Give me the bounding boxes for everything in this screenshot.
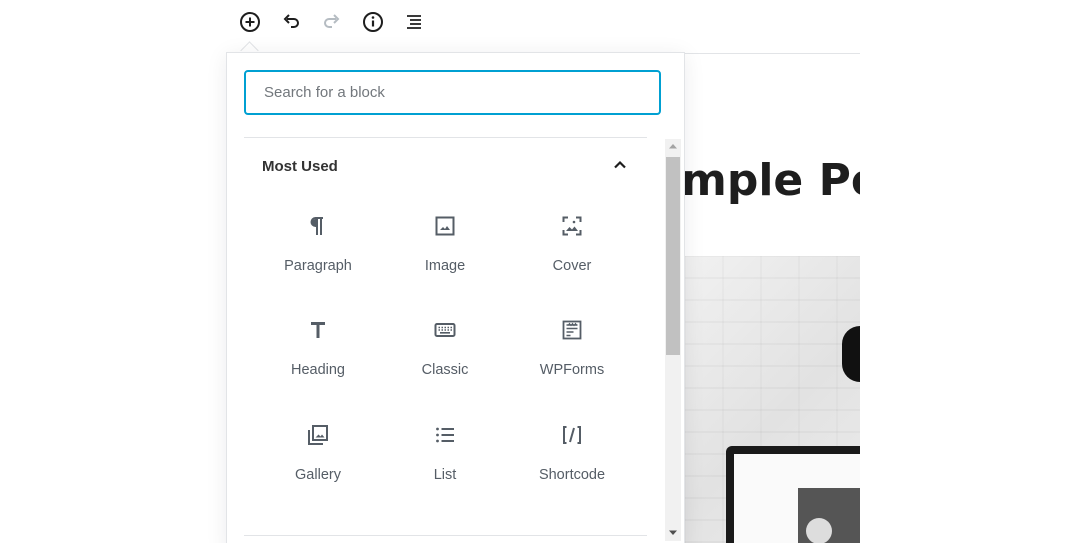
search-divider bbox=[244, 137, 647, 138]
block-image[interactable]: Image bbox=[382, 200, 508, 296]
scroll-down-icon[interactable] bbox=[668, 529, 678, 537]
screen-circle bbox=[806, 518, 832, 543]
block-paragraph[interactable]: Paragraph bbox=[255, 200, 381, 296]
info-button[interactable] bbox=[360, 9, 386, 35]
list-icon bbox=[436, 427, 454, 443]
block-label: Image bbox=[424, 258, 466, 274]
scrollbar-thumb[interactable] bbox=[666, 157, 680, 355]
most-used-panel-toggle[interactable]: Most Used bbox=[244, 145, 647, 189]
post-title-text: mple Po bbox=[684, 155, 860, 206]
panel-title: Most Used bbox=[262, 158, 338, 175]
editor-page: mple Po Most Used Paragraph bbox=[0, 0, 1083, 543]
featured-image[interactable] bbox=[684, 256, 860, 543]
block-wpforms[interactable]: WPForms bbox=[509, 304, 635, 400]
chevron-up-icon bbox=[614, 160, 626, 169]
heading-icon bbox=[311, 322, 325, 338]
keyboard-icon bbox=[434, 323, 456, 337]
block-list[interactable]: List bbox=[382, 409, 508, 505]
cover-icon bbox=[562, 216, 582, 236]
undo-icon bbox=[283, 14, 299, 28]
info-icon bbox=[363, 12, 383, 32]
gallery-icon bbox=[308, 425, 328, 445]
lamp-shape bbox=[842, 326, 860, 382]
toolbar-divider bbox=[684, 53, 860, 54]
image-icon bbox=[435, 216, 455, 236]
shortcode-icon bbox=[563, 426, 581, 444]
redo-icon bbox=[324, 14, 340, 28]
block-label: Paragraph bbox=[284, 258, 352, 274]
block-gallery[interactable]: Gallery bbox=[255, 409, 381, 505]
undo-button[interactable] bbox=[278, 9, 304, 35]
post-title[interactable]: mple Po bbox=[684, 150, 860, 220]
block-search-input[interactable] bbox=[244, 70, 661, 115]
block-label: Shortcode bbox=[538, 467, 606, 483]
scroll-up-icon[interactable] bbox=[668, 142, 678, 150]
block-navigation-button[interactable] bbox=[401, 9, 427, 35]
block-label: Heading bbox=[290, 362, 345, 378]
block-label: Cover bbox=[552, 258, 592, 274]
add-block-button[interactable] bbox=[237, 9, 263, 35]
block-label: Gallery bbox=[295, 467, 341, 483]
block-shortcode[interactable]: Shortcode bbox=[509, 409, 635, 505]
paragraph-icon bbox=[310, 217, 323, 235]
block-heading[interactable]: Heading bbox=[255, 304, 381, 400]
wpforms-icon bbox=[562, 320, 582, 340]
editor-toolbar bbox=[226, 0, 860, 44]
block-label: Classic bbox=[421, 362, 469, 378]
block-classic[interactable]: Classic bbox=[382, 304, 508, 400]
panel-divider bbox=[244, 535, 647, 536]
list-outline-icon bbox=[407, 15, 421, 29]
block-cover[interactable]: Cover bbox=[509, 200, 635, 296]
redo-button[interactable] bbox=[319, 9, 345, 35]
plus-circle-icon bbox=[240, 12, 260, 32]
block-inserter-popover: Most Used Paragraph Image bbox=[226, 52, 685, 543]
block-label: WPForms bbox=[539, 362, 605, 378]
block-label: List bbox=[433, 467, 457, 483]
